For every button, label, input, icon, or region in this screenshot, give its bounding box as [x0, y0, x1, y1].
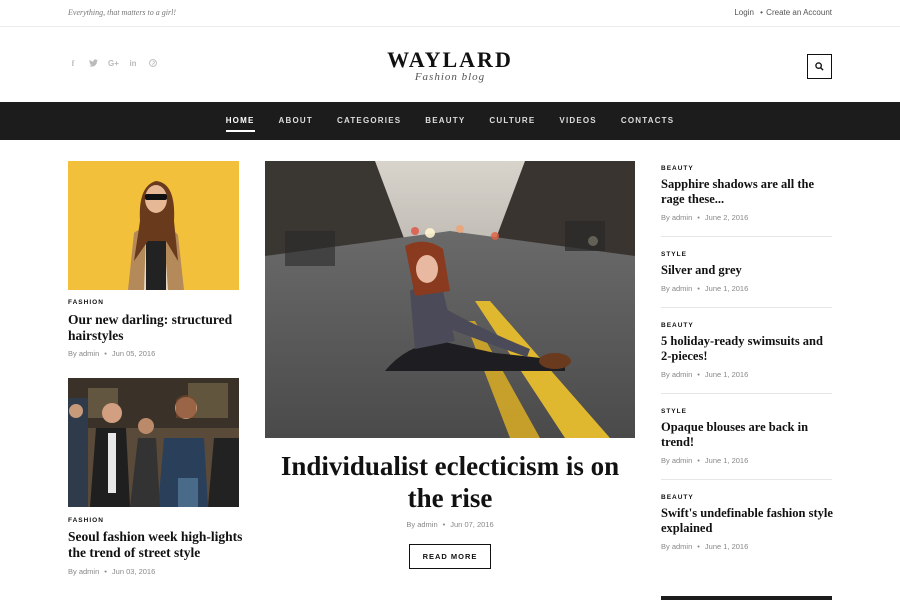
post-date: Jun 05, 2016	[111, 349, 156, 358]
post-author[interactable]: By admin	[406, 520, 437, 529]
logo-subtitle: Fashion blog	[414, 71, 486, 83]
nav-item-beauty[interactable]: BEAUTY	[413, 102, 477, 140]
post-author[interactable]: By admin	[661, 213, 692, 222]
post-title[interactable]: Sapphire shadows are all the rage these.…	[661, 177, 836, 207]
post-author[interactable]: By admin	[661, 542, 692, 551]
post-date: June 1, 2016	[704, 542, 749, 551]
post-category[interactable]: BEAUTY	[661, 322, 694, 329]
post-meta: By admin • Jun 03, 2016	[68, 567, 156, 576]
post-category[interactable]: STYLE	[661, 408, 687, 415]
separator-dot: •	[760, 8, 763, 17]
post-image-hairstyles[interactable]	[68, 161, 239, 290]
site-logo[interactable]: WAYLARD Fashion blog	[0, 47, 900, 83]
post-author[interactable]: By admin	[661, 370, 692, 379]
featured-post-meta: By admin • Jun 07, 2016	[406, 520, 494, 529]
nav-item-about[interactable]: ABOUT	[267, 102, 325, 140]
post-image-seoul[interactable]	[68, 378, 239, 507]
post-date: June 1, 2016	[704, 370, 749, 379]
post-date: Jun 07, 2016	[450, 520, 494, 529]
site-tagline: Everything, that matters to a girl!	[68, 8, 176, 17]
search-icon	[815, 62, 824, 71]
post-author[interactable]: By admin	[68, 349, 99, 358]
post-title[interactable]: 5 holiday-ready swimsuits and 2-pieces!	[661, 334, 836, 364]
nav-item-contacts[interactable]: CONTACTS	[609, 102, 686, 140]
post-author[interactable]: By admin	[68, 567, 99, 576]
post-category[interactable]: STYLE	[661, 251, 687, 258]
nav-item-culture[interactable]: CULTURE	[477, 102, 547, 140]
nav-item-categories[interactable]: CATEGORIES	[325, 102, 413, 140]
featured-post-title[interactable]: Individualist eclecticism is on the rise	[265, 451, 635, 515]
post-title[interactable]: Opaque blouses are back in trend!	[661, 420, 836, 450]
post-title[interactable]: Seoul fashion week high-lights the trend…	[68, 529, 248, 561]
post-category[interactable]: FASHION	[68, 517, 104, 524]
sidebar-widget-bar	[661, 596, 832, 600]
post-meta: By admin • June 1, 2016	[661, 542, 749, 551]
post-meta: By admin • June 1, 2016	[661, 370, 749, 379]
read-more-button[interactable]: READ MORE	[409, 544, 491, 569]
post-category[interactable]: BEAUTY	[661, 494, 694, 501]
account-links: Login • Create an Account	[730, 8, 832, 17]
main-nav: HOME ABOUT CATEGORIES BEAUTY CULTURE VID…	[0, 102, 900, 140]
post-title[interactable]: Swift's undefinable fashion style explai…	[661, 506, 836, 536]
post-meta: By admin • June 1, 2016	[661, 284, 749, 293]
post-date: June 1, 2016	[704, 456, 749, 465]
post-title[interactable]: Our new darling: structured hairstyles	[68, 312, 243, 344]
divider	[661, 393, 832, 394]
nav-item-home[interactable]: HOME	[214, 102, 267, 140]
featured-post-image[interactable]	[265, 161, 635, 438]
post-meta: By admin • Jun 05, 2016	[68, 349, 156, 358]
post-title[interactable]: Silver and grey	[661, 263, 836, 278]
post-date: Jun 03, 2016	[111, 567, 156, 576]
login-link[interactable]: Login	[734, 8, 754, 17]
post-date: June 2, 2016	[704, 213, 749, 222]
nav-item-videos[interactable]: VIDEOS	[547, 102, 608, 140]
site-header: f G+ in WAYLARD Fashion blog	[0, 27, 900, 102]
divider	[661, 236, 832, 237]
divider	[661, 479, 832, 480]
post-date: June 1, 2016	[704, 284, 749, 293]
post-author[interactable]: By admin	[661, 456, 692, 465]
top-bar: Everything, that matters to a girl! Logi…	[0, 0, 900, 27]
search-button[interactable]	[807, 54, 832, 79]
post-category[interactable]: BEAUTY	[661, 165, 694, 172]
post-meta: By admin • June 1, 2016	[661, 456, 749, 465]
post-author[interactable]: By admin	[661, 284, 692, 293]
create-account-link[interactable]: Create an Account	[766, 8, 832, 17]
logo-title: WAYLARD	[387, 47, 513, 72]
divider	[661, 307, 832, 308]
post-meta: By admin • June 2, 2016	[661, 213, 749, 222]
post-category[interactable]: FASHION	[68, 299, 104, 306]
